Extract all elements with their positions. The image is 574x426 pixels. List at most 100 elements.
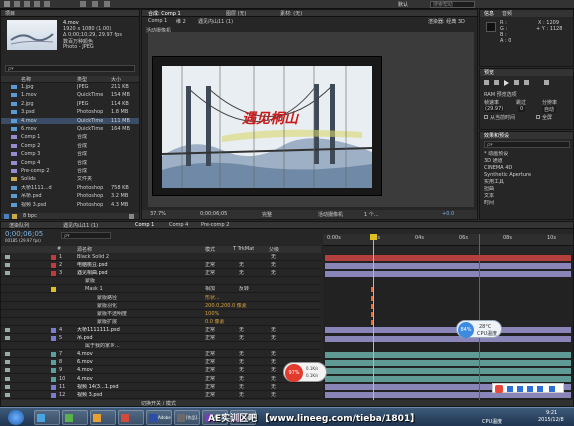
- layer-parent[interactable]: 无: [271, 367, 276, 373]
- taskbar-app-button[interactable]: [作品]...: [174, 410, 200, 425]
- zoom-select[interactable]: 37.7%: [150, 211, 166, 217]
- effects-category[interactable]: * 动画预设: [484, 151, 572, 157]
- effects-category[interactable]: 实用工具: [484, 179, 572, 185]
- project-item[interactable]: 视频 3.psd Photoshop 4.3 MB: [1, 202, 139, 208]
- timeline-timecode[interactable]: 0;00;06;05: [5, 230, 43, 238]
- taskbar-app-button[interactable]: Adobe Ph...: [146, 410, 172, 425]
- layer-row[interactable]: 1 Black Solid 2 无: [1, 254, 321, 261]
- header-type[interactable]: 类型: [77, 76, 87, 83]
- work-area-end[interactable]: [479, 234, 480, 400]
- mask-property-row[interactable]: 蒙版不透明度 100%: [1, 311, 321, 318]
- visibility-eye-icon[interactable]: [5, 336, 10, 340]
- bpc-label[interactable]: 8 bpc: [23, 213, 37, 219]
- label-color-swatch[interactable]: [51, 287, 56, 293]
- project-item[interactable]: Pre-comp 2 合成: [1, 168, 139, 174]
- camera-tool-icon[interactable]: [44, 1, 50, 7]
- project-item[interactable]: Solids 文件夹: [1, 176, 139, 182]
- play-icon[interactable]: [504, 80, 509, 86]
- layer-trkmat[interactable]: 无: [239, 327, 244, 333]
- header-parent[interactable]: 父级: [269, 246, 279, 253]
- views-select[interactable]: 1 个...: [364, 211, 379, 218]
- layer-parent[interactable]: 无: [271, 327, 276, 333]
- layer-trkmat[interactable]: 无: [239, 392, 244, 398]
- layer-row[interactable]: 3 遇见桐曲.psd 正常 无 无: [1, 270, 321, 278]
- zoom-tool-icon[interactable]: [24, 1, 30, 7]
- project-item[interactable]: Comp 4 合成: [1, 160, 139, 166]
- taskbar-app-button[interactable]: [90, 410, 116, 425]
- breadcrumb-comp1[interactable]: Comp 1: [148, 18, 167, 24]
- resolution-select[interactable]: 完整: [262, 211, 272, 218]
- layer-number[interactable]: 12: [59, 392, 65, 398]
- ime-keyboard-icon[interactable]: [537, 386, 543, 392]
- label-color-swatch[interactable]: [51, 255, 56, 260]
- taskbar-app-button[interactable]: [62, 410, 88, 425]
- effects-category[interactable]: Synthetic Aperture: [484, 172, 572, 178]
- layer-mode[interactable]: 正常: [205, 376, 215, 382]
- header-size[interactable]: 大小: [111, 76, 121, 83]
- label-color-swatch[interactable]: [51, 263, 56, 269]
- tab-composition[interactable]: 合成: Comp 1: [148, 10, 181, 17]
- layer-mode[interactable]: 形状...: [205, 295, 220, 301]
- layer-mode[interactable]: 100%: [205, 311, 219, 317]
- project-item[interactable]: 3.psd Photoshop 1.8 MB: [1, 109, 139, 115]
- tab-footage[interactable]: 素材: (无): [280, 10, 302, 17]
- layer-mode[interactable]: 正常: [205, 384, 215, 390]
- effects-category[interactable]: 3D 通道: [484, 158, 572, 164]
- layer-duration-bar[interactable]: [325, 262, 571, 269]
- layer-mode[interactable]: 正常: [205, 351, 215, 357]
- layer-trkmat[interactable]: 反转: [239, 286, 249, 292]
- visibility-eye-icon[interactable]: [5, 304, 10, 308]
- project-item[interactable]: 1.mov QuickTime 154 MB: [1, 92, 139, 98]
- label-color-swatch[interactable]: [51, 336, 56, 341]
- label-color-swatch[interactable]: [51, 392, 56, 398]
- layer-parent[interactable]: 无: [271, 384, 276, 390]
- from-current-checkbox[interactable]: [484, 115, 488, 119]
- layer-parent[interactable]: 无: [271, 376, 276, 382]
- label-color-swatch[interactable]: [51, 352, 56, 358]
- layer-duration-bar[interactable]: [325, 335, 571, 342]
- res-select[interactable]: 自动: [542, 106, 557, 113]
- header-mode[interactable]: 模式: [205, 246, 215, 253]
- skip-select[interactable]: 0: [518, 106, 526, 112]
- visibility-eye-icon[interactable]: [5, 352, 10, 357]
- visibility-eye-icon[interactable]: [5, 344, 10, 348]
- current-time[interactable]: 0;00;06;05: [200, 211, 227, 217]
- layer-number[interactable]: 1: [59, 254, 62, 260]
- layer-trkmat[interactable]: 无: [239, 335, 244, 341]
- project-item[interactable]: 1.jpg JPEG 211 KB: [1, 84, 139, 90]
- cpu-monitor-widget[interactable]: 84% 28°C CPU温度: [456, 320, 502, 338]
- layer-mode[interactable]: 正常: [205, 327, 215, 333]
- label-color-swatch[interactable]: [51, 376, 56, 382]
- layer-trkmat[interactable]: 无: [239, 367, 244, 373]
- last-frame-icon[interactable]: [524, 80, 529, 85]
- pen-tool-icon[interactable]: [80, 1, 86, 7]
- layer-trkmat[interactable]: 无: [239, 384, 244, 390]
- comp-viewer[interactable]: 遇见桐山: [148, 32, 474, 207]
- interpret-icon[interactable]: [4, 214, 9, 219]
- label-color-swatch[interactable]: [51, 327, 56, 333]
- layer-duration-bar[interactable]: [325, 376, 571, 382]
- trash-icon[interactable]: [129, 214, 134, 219]
- visibility-eye-icon[interactable]: [5, 320, 10, 324]
- visibility-eye-icon[interactable]: [5, 271, 10, 276]
- taskbar-app-button[interactable]: [118, 410, 144, 425]
- visibility-eye-icon[interactable]: [5, 384, 10, 389]
- playhead-handle[interactable]: [370, 234, 377, 240]
- playhead[interactable]: [373, 234, 374, 400]
- renderer-label[interactable]: 渲染器: 经典 3D: [428, 18, 465, 25]
- layer-duration-bar[interactable]: [325, 327, 571, 334]
- next-frame-icon[interactable]: [514, 80, 519, 85]
- layer-trkmat[interactable]: 无: [239, 376, 244, 382]
- effects-category[interactable]: 扭曲: [484, 186, 572, 192]
- label-color-swatch[interactable]: [51, 360, 56, 366]
- layer-row[interactable]: 蒙版: [1, 278, 321, 286]
- layer-row[interactable]: 11 视频 14(3...1.psd 正常 无 无: [1, 384, 321, 391]
- layer-duration-bar[interactable]: [325, 270, 571, 277]
- breadcrumb-dim2[interactable]: 维 2: [176, 18, 186, 25]
- effects-category[interactable]: CINEMA 4D: [484, 165, 572, 171]
- layer-parent[interactable]: 无: [271, 392, 276, 398]
- layer-row[interactable]: 5 吊.psd 正常 无 无: [1, 335, 321, 342]
- layer-mode[interactable]: 正常: [205, 335, 215, 341]
- project-item[interactable]: Comp 1 合成: [1, 134, 139, 140]
- visibility-eye-icon[interactable]: [5, 255, 10, 259]
